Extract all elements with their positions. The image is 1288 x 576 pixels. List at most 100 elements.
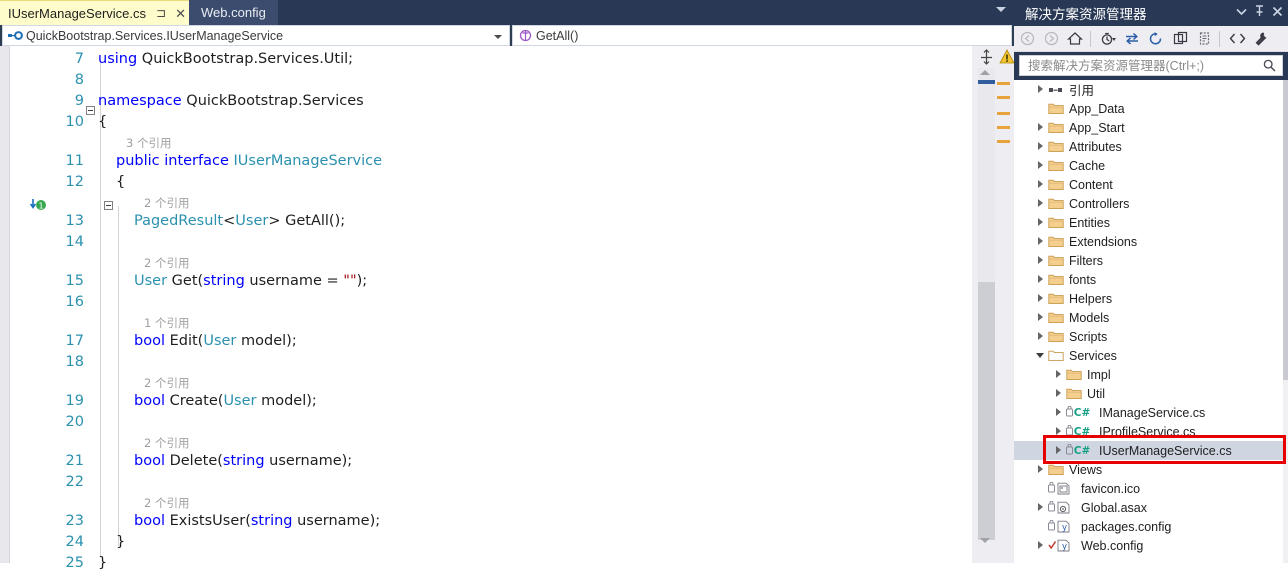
codelens-reference-count[interactable]: 2 个引用 <box>144 495 189 513</box>
pin-icon[interactable] <box>1254 5 1265 17</box>
tree-item[interactable]: Util <box>1014 384 1288 403</box>
solution-tree[interactable]: 引用 App_Data App_Start Attributes Cache Conten… <box>1014 80 1288 563</box>
view-code-icon[interactable] <box>1226 28 1248 50</box>
chevron-down-icon[interactable] <box>494 35 502 39</box>
forward-arrow-icon[interactable] <box>1040 28 1062 50</box>
pin-icon[interactable]: ⊐ <box>156 7 166 19</box>
codelens-reference-count[interactable]: 2 个引用 <box>144 375 189 393</box>
chevron-right-icon[interactable] <box>1036 142 1045 151</box>
tree-item[interactable]: Helpers <box>1014 289 1288 308</box>
tree-item[interactable]: C# IManageService.cs <box>1014 403 1288 422</box>
chevron-right-icon[interactable] <box>1036 180 1045 189</box>
chevron-right-icon[interactable] <box>1036 256 1045 265</box>
tab-iusermanageservice[interactable]: IUserManageService.cs ⊐ ✕ <box>0 0 192 25</box>
member-scope-dropdown[interactable]: GetAll() <box>512 25 1012 46</box>
tree-item[interactable]: App_Start <box>1014 118 1288 137</box>
tree-arrow-placeholder <box>1036 104 1045 113</box>
back-arrow-icon[interactable] <box>1016 28 1038 50</box>
tab-webconfig[interactable]: Web.config <box>189 0 278 25</box>
tree-item[interactable]: Impl <box>1014 365 1288 384</box>
tree-item[interactable]: Controllers <box>1014 194 1288 213</box>
solution-explorer-toolbar <box>1014 26 1288 52</box>
tree-item[interactable]: Attributes <box>1014 137 1288 156</box>
search-icon[interactable] <box>1263 59 1276 72</box>
tree-item[interactable]: Extendsions <box>1014 232 1288 251</box>
codelens-reference-count[interactable]: 2 个引用 <box>144 435 189 453</box>
chevron-down-icon[interactable] <box>1236 6 1247 17</box>
chevron-down-icon[interactable] <box>996 7 1006 12</box>
chevron-right-icon[interactable] <box>1054 446 1063 455</box>
type-scope-dropdown[interactable]: QuickBootstrap.Services.IUserManageServi… <box>2 25 510 46</box>
codelens-reference-count[interactable]: 2 个引用 <box>144 195 189 213</box>
tree-item[interactable]: favicon.ico <box>1014 479 1288 498</box>
scrollbar-thumb[interactable] <box>978 282 995 540</box>
solution-explorer-scrollbar[interactable] <box>1283 80 1288 563</box>
scroll-up-arrow[interactable] <box>980 70 990 75</box>
collapse-toggle-interface[interactable] <box>104 201 113 210</box>
chevron-right-icon[interactable] <box>1054 370 1063 379</box>
tree-item-label: fonts <box>1069 272 1097 287</box>
chevron-down-icon[interactable] <box>1036 351 1045 360</box>
tree-item[interactable]: App_Data <box>1014 99 1288 118</box>
tree-item[interactable]: Scripts <box>1014 327 1288 346</box>
codelens-reference-count[interactable]: 1 个引用 <box>144 315 189 333</box>
scroll-down-arrow[interactable] <box>980 538 990 543</box>
properties-icon[interactable] <box>1250 28 1272 50</box>
chevron-right-icon[interactable] <box>1054 389 1063 398</box>
tree-item[interactable]: Filters <box>1014 251 1288 270</box>
home-icon[interactable] <box>1064 28 1086 50</box>
split-window-icon[interactable] <box>978 49 995 66</box>
scrollbar-thumb[interactable] <box>1283 80 1288 380</box>
tree-item[interactable]: C# IProfileService.cs <box>1014 422 1288 441</box>
tree-item-selected[interactable]: C# IUserManageService.cs <box>1014 441 1288 460</box>
tree-item[interactable]: Views <box>1014 460 1288 479</box>
chevron-right-icon[interactable] <box>1036 199 1045 208</box>
chevron-right-icon[interactable] <box>1036 237 1045 246</box>
chevron-right-icon[interactable] <box>1036 123 1045 132</box>
code-text-area[interactable]: 7 using QuickBootstrap.Services.Util; 8 9 na… <box>42 46 972 571</box>
chevron-right-icon[interactable] <box>1054 408 1063 417</box>
chevron-right-icon[interactable] <box>1054 427 1063 436</box>
chevron-right-icon[interactable] <box>1036 85 1045 94</box>
warning-icon[interactable] <box>999 49 1015 64</box>
tree-item[interactable]: Cache <box>1014 156 1288 175</box>
codelens-reference-count[interactable]: 3 个引用 <box>126 135 171 153</box>
chevron-right-icon[interactable] <box>1036 465 1045 474</box>
chevron-right-icon[interactable] <box>1036 313 1045 322</box>
sync-with-active-document-icon[interactable] <box>1121 28 1143 50</box>
collapse-all-icon[interactable] <box>1169 28 1191 50</box>
tree-item[interactable]: y Web.config <box>1014 536 1288 555</box>
pending-changes-filter-icon[interactable] <box>1097 28 1119 50</box>
close-icon[interactable]: ✕ <box>175 7 186 20</box>
tree-item[interactable]: fonts <box>1014 270 1288 289</box>
scrollbar-change-mark <box>997 82 1010 85</box>
toolbar-separator <box>1090 30 1091 47</box>
chevron-right-icon[interactable] <box>1036 294 1045 303</box>
show-all-files-icon[interactable] <box>1193 28 1215 50</box>
codelens-reference-count[interactable]: 2 个引用 <box>144 255 189 273</box>
tree-item[interactable]: Models <box>1014 308 1288 327</box>
chevron-right-icon[interactable] <box>1036 332 1045 341</box>
tree-item[interactable]: y packages.config <box>1014 517 1288 536</box>
tree-item[interactable]: Services <box>1014 346 1288 365</box>
visual-studio-window: IUserManageService.cs ⊐ ✕ Web.config Qui… <box>0 0 1288 571</box>
close-icon[interactable] <box>1272 6 1283 17</box>
chevron-right-icon[interactable] <box>1036 161 1045 170</box>
tree-item[interactable]: 引用 <box>1014 80 1288 99</box>
chevron-right-icon[interactable] <box>1036 218 1045 227</box>
solution-explorer-search[interactable] <box>1019 55 1283 76</box>
refresh-icon[interactable] <box>1145 28 1167 50</box>
tree-item-label: App_Data <box>1069 101 1125 116</box>
collapse-toggle-namespace[interactable] <box>86 106 95 115</box>
scrollbar-change-mark <box>997 96 1010 99</box>
code-editor[interactable]: 1 7 using QuickBootstrap.Services.Util; 8 9… <box>0 46 1015 571</box>
tree-item[interactable]: Entities <box>1014 213 1288 232</box>
svg-text:y: y <box>1062 523 1067 533</box>
tree-item[interactable]: Global.asax <box>1014 498 1288 517</box>
folder-icon <box>1048 197 1064 211</box>
chevron-right-icon[interactable] <box>1036 275 1045 284</box>
chevron-right-icon[interactable] <box>1036 503 1045 512</box>
tree-item[interactable]: Content <box>1014 175 1288 194</box>
chevron-right-icon[interactable] <box>1036 541 1045 550</box>
search-input[interactable] <box>1026 57 1263 74</box>
